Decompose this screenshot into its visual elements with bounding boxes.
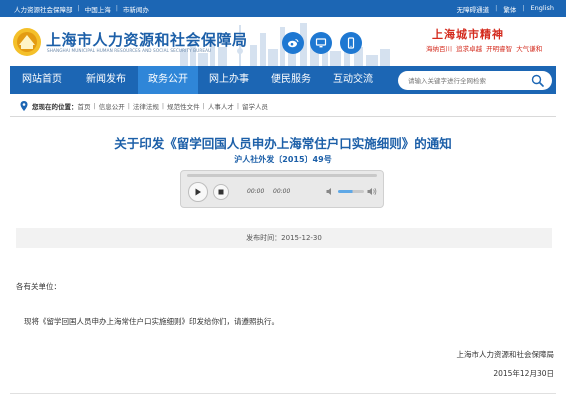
document-signature-date: 2015年12月30日 [493,369,554,378]
top-link-china-shanghai[interactable]: 中国上海 [85,4,111,14]
separator: | [202,102,205,110]
breadcrumb-normative-docs[interactable]: 规范性文件 [167,101,200,111]
document-body: 现将《留学回国人员申办上海常住户口实施细则》印发给你们，请遵照执行。 [24,317,279,326]
separator: | [495,4,498,12]
top-link-traditional[interactable]: 繁体 [503,4,516,14]
nav-item-gov-affairs[interactable]: 政务公开 [138,66,198,94]
top-link-mohrss[interactable]: 人力资源社会保障部 [14,4,73,14]
volume-max-icon[interactable] [367,187,377,196]
separator: | [236,102,240,110]
separator: | [77,4,80,12]
top-link-press-office[interactable]: 市新闻办 [123,4,149,14]
divider [10,393,556,394]
nav-item-convenience[interactable]: 便民服务 [260,66,322,94]
play-icon [195,188,201,196]
breadcrumb-laws[interactable]: 法律法规 [133,101,159,111]
nav-item-interaction[interactable]: 互动交流 [322,66,384,94]
bureau-emblem-logo[interactable] [12,27,42,57]
search-input[interactable] [408,74,528,87]
location-pin-icon [20,101,28,111]
document-salutation: 各有关单位： [16,282,61,291]
breadcrumb-personnel[interactable]: 人事人才 [208,101,234,111]
separator: | [115,4,118,12]
computer-icon[interactable] [310,32,332,54]
mobile-icon[interactable] [340,32,362,54]
play-button[interactable] [188,182,208,202]
breadcrumb-home[interactable]: 首页 [78,101,91,111]
volume-slider[interactable] [338,190,364,193]
separator: | [127,102,130,110]
nav-item-online-services[interactable]: 网上办事 [198,66,260,94]
separator: | [522,4,525,12]
document-signature-org: 上海市人力资源和社会保障局 [456,350,555,359]
duration-time: 00:00 [273,188,291,195]
volume-mute-icon[interactable] [326,187,335,196]
nav-item-home[interactable]: 网站首页 [10,66,74,94]
publish-time: 发布时间：2015-12-30 [16,228,552,248]
top-links-right: 无障碍通道 | 繁体 | English [457,4,554,14]
city-spirit-words: 海纳百川 追求卓越 开明睿智 大气谦和 [426,45,543,53]
separator: | [161,102,165,110]
search-icon[interactable] [531,74,544,87]
site-name[interactable]: 上海市人力资源和社会保障局 [46,29,248,50]
audio-progress-track[interactable] [187,174,377,177]
separator: | [93,102,96,110]
city-spirit-title: 上海城市精神 [432,28,504,41]
stop-icon [218,189,224,195]
weibo-icon[interactable] [282,32,304,54]
site-name-english: SHANGHAI MUNICIPAL HUMAN RESOURCES AND S… [47,48,212,53]
audio-player: 00:00 00:00 [180,170,384,208]
divider [10,116,556,117]
top-bar: 人力资源社会保障部 | 中国上海 | 市新闻办 无障碍通道 | 繁体 | Eng… [0,0,566,17]
top-link-accessibility[interactable]: 无障碍通道 [457,4,490,14]
document-number: 沪人社外发〔2015〕49号 [234,155,332,164]
breadcrumb: 您现在的位置： 首页 | 信息公开 | 法律法规 | 规范性文件 | 人事人才 … [20,100,268,112]
top-link-english[interactable]: English [531,4,554,14]
breadcrumb-info-disclosure[interactable]: 信息公开 [99,101,125,111]
stop-button[interactable] [213,184,229,200]
breadcrumb-label: 您现在的位置： [32,103,78,111]
current-time: 00:00 [247,188,265,195]
search-box [398,71,552,90]
breadcrumb-overseas-returnees[interactable]: 留学人员 [242,101,268,111]
top-links-left: 人力资源社会保障部 | 中国上海 | 市新闻办 [14,4,149,14]
site-header: 上海市人力资源和社会保障局 SHANGHAI MUNICIPAL HUMAN R… [0,17,566,66]
nav-item-news[interactable]: 新闻发布 [74,66,138,94]
document-title: 关于印发《留学回国人员申办上海常住户口实施细则》的通知 [114,136,452,151]
